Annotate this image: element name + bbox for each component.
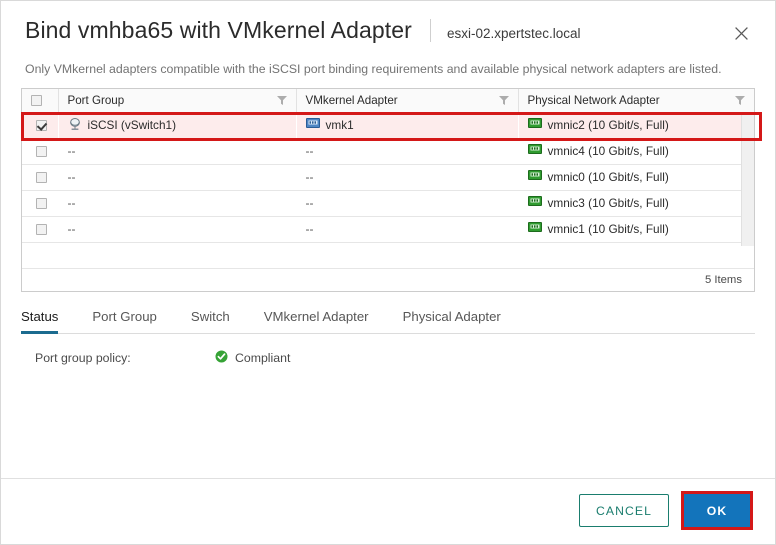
column-label-physical-network-adapter: Physical Network Adapter — [527, 93, 660, 107]
port-group-policy-status-text: Compliant — [235, 350, 291, 365]
cell-vmkernel-adapter: -- — [296, 216, 518, 243]
cell-physical-adapter-text: vmnic4 (10 Gbit/s, Full) — [547, 144, 669, 158]
column-header-port-group[interactable]: Port Group — [58, 89, 297, 113]
cell-port-group-text: -- — [67, 170, 76, 184]
cell-physical-adapter-text: vmnic3 (10 Gbit/s, Full) — [547, 196, 669, 210]
column-header-physical-network-adapter[interactable]: Physical Network Adapter — [518, 89, 754, 113]
cell-port-group-text: iSCSI (vSwitch1) — [87, 118, 177, 132]
cell-physical-adapter-text: vmnic0 (10 Gbit/s, Full) — [547, 170, 669, 184]
cell-vmkernel-adapter: -- — [296, 138, 518, 165]
dialog-description: Only VMkernel adapters compatible with t… — [25, 62, 722, 76]
tab-port-group[interactable]: Port Group — [92, 309, 157, 334]
cell-physical-adapter: vmnic0 (10 Gbit/s, Full) — [518, 164, 754, 191]
cell-physical-adapter: vmnic2 (10 Gbit/s, Full) — [518, 112, 754, 139]
table-row[interactable]: iSCSI (vSwitch1) vmk1 vmnic2 (10 Gbit/s,… — [22, 112, 754, 139]
cell-port-group: -- — [58, 164, 296, 191]
dialog-title: Bind vmhba65 with VMkernel Adapter — [25, 17, 412, 43]
cell-physical-adapter-text: vmnic1 (10 Gbit/s, Full) — [547, 222, 669, 236]
dialog-subtitle-host: esxi-02.xpertstec.local — [446, 26, 581, 41]
tab-physical-adapter[interactable]: Physical Adapter — [403, 309, 501, 334]
row-checkbox[interactable] — [35, 172, 47, 184]
physical-nic-icon — [527, 195, 542, 211]
cell-port-group-text: -- — [67, 144, 76, 158]
cancel-button[interactable]: CANCEL — [578, 494, 669, 527]
cell-port-group-text: -- — [67, 222, 76, 236]
bind-vmkernel-adapter-dialog: Bind vmhba65 with VMkernel Adapter esxi-… — [0, 0, 776, 545]
row-select-cell — [22, 164, 58, 191]
row-select-cell — [22, 190, 58, 217]
cell-physical-adapter: vmnic1 (10 Gbit/s, Full) — [518, 216, 754, 243]
cell-vmkernel-adapter-text: -- — [305, 222, 314, 236]
physical-nic-icon — [527, 143, 542, 159]
table-row[interactable]: -- -- — [22, 164, 754, 191]
filler-cell — [296, 242, 518, 269]
table-row[interactable]: -- -- — [22, 216, 754, 243]
cell-physical-adapter: vmnic4 (10 Gbit/s, Full) — [518, 138, 754, 165]
cell-vmkernel-adapter: -- — [296, 164, 518, 191]
select-all-header-cell — [22, 89, 59, 113]
tab-vmkernel-adapter[interactable]: VMkernel Adapter — [264, 309, 369, 334]
cell-physical-adapter-text: vmnic2 (10 Gbit/s, Full) — [547, 118, 669, 132]
physical-nic-icon — [527, 221, 542, 237]
select-all-checkbox[interactable] — [31, 95, 42, 107]
cell-port-group: iSCSI (vSwitch1) — [58, 112, 296, 139]
cell-port-group: -- — [58, 190, 296, 217]
compliant-check-icon — [215, 350, 228, 366]
cell-vmkernel-adapter-text: vmk1 — [325, 118, 354, 132]
physical-nic-icon — [527, 169, 542, 185]
cell-physical-adapter: vmnic3 (10 Gbit/s, Full) — [518, 190, 754, 217]
close-icon[interactable] — [727, 19, 755, 47]
ok-button-annotation-box: OK — [681, 491, 753, 530]
title-divider — [429, 19, 431, 42]
status-panel: Port group policy: Compliant — [21, 334, 755, 366]
dialog-footer: CANCEL OK — [1, 478, 775, 544]
detail-tabs: Status Port Group Switch VMkernel Adapte… — [21, 304, 755, 334]
port-group-policy-value: Compliant — [215, 350, 290, 366]
column-label-vmkernel-adapter: VMkernel Adapter — [305, 93, 398, 107]
table-body: iSCSI (vSwitch1) vmk1 vmnic2 (10 Gbit/s,… — [22, 112, 754, 269]
adapters-table: Port Group VMkernel Adapter Physical Net… — [22, 89, 754, 269]
filler-cell — [518, 242, 754, 269]
dialog-header: Bind vmhba65 with VMkernel Adapter esxi-… — [1, 1, 775, 54]
port-group-policy-label: Port group policy: — [35, 350, 131, 365]
filter-icon[interactable] — [276, 94, 288, 106]
ok-button[interactable]: OK — [684, 494, 750, 527]
cell-port-group: -- — [58, 216, 296, 243]
row-checkbox[interactable] — [35, 224, 47, 236]
table-header-row: Port Group VMkernel Adapter Physical Net… — [22, 89, 754, 113]
cell-port-group-text: -- — [67, 196, 76, 210]
item-count-label: 5 Items — [704, 273, 742, 286]
cell-vmkernel-adapter: -- — [296, 190, 518, 217]
row-checkbox[interactable] — [35, 120, 47, 132]
cell-vmkernel-adapter-text: -- — [305, 170, 314, 184]
table-row[interactable]: -- -- — [22, 138, 754, 165]
tab-switch[interactable]: Switch — [191, 309, 230, 334]
row-select-cell — [22, 112, 58, 139]
row-select-cell — [22, 138, 58, 165]
filler-cell — [22, 242, 58, 269]
tab-status[interactable]: Status — [21, 309, 59, 334]
cell-vmkernel-adapter-text: -- — [305, 196, 314, 210]
row-select-cell — [22, 216, 58, 243]
physical-nic-icon — [527, 117, 542, 133]
cell-port-group: -- — [58, 138, 296, 165]
row-checkbox[interactable] — [35, 198, 47, 210]
table-filler-row — [22, 242, 754, 269]
filler-cell — [58, 242, 296, 269]
table-row[interactable]: -- -- — [22, 190, 754, 217]
column-header-vmkernel-adapter[interactable]: VMkernel Adapter — [296, 89, 519, 113]
filter-icon[interactable] — [498, 94, 510, 106]
table-footer: 5 Items — [22, 268, 754, 291]
adapters-table-container: Port Group VMkernel Adapter Physical Net… — [21, 88, 762, 292]
vmkernel-adapter-icon — [305, 117, 320, 133]
cell-vmkernel-adapter-text: -- — [305, 144, 314, 158]
filter-icon[interactable] — [734, 94, 746, 106]
cell-vmkernel-adapter: vmk1 — [296, 112, 518, 139]
column-label-port-group: Port Group — [67, 93, 125, 107]
table-vertical-scrollbar[interactable] — [741, 112, 754, 246]
port-group-icon — [68, 117, 82, 134]
row-checkbox[interactable] — [35, 146, 47, 158]
